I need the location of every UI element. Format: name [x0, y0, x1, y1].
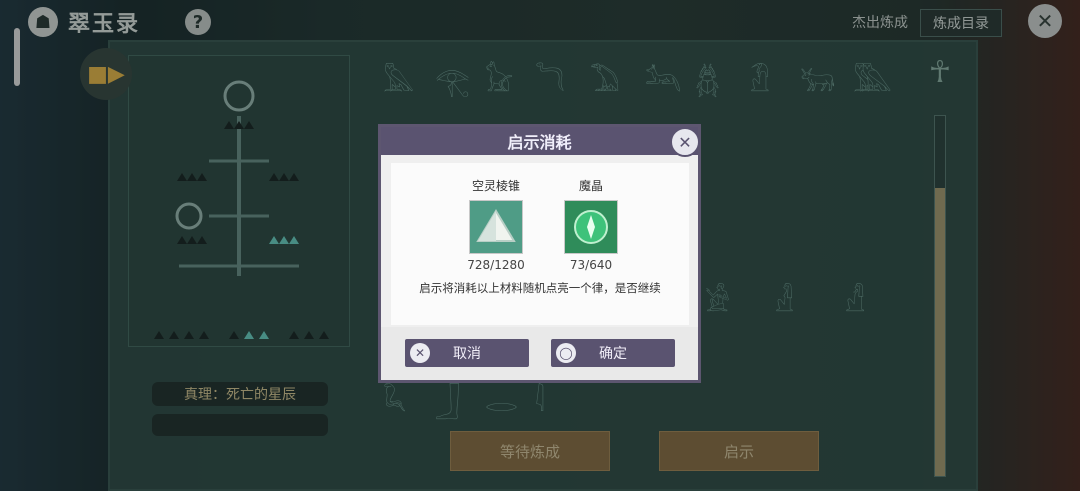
- confirm-circle-icon: ◯: [556, 343, 576, 363]
- cancel-label: 取消: [453, 346, 481, 362]
- dialog-title: 启示消耗: [507, 133, 572, 152]
- dialog-message: 启示将消耗以上材料随机点亮一个律，是否继续: [419, 281, 661, 295]
- dialog-close-icon[interactable]: ✕: [670, 127, 700, 157]
- cost-item: 空灵棱锥 728/1280: [451, 177, 541, 272]
- cancel-button[interactable]: ✕ 取消: [405, 339, 529, 367]
- dialog-body: 空灵棱锥 728/1280 魔晶 73/640 启示将消耗以上材料随机点亮一个律…: [391, 163, 689, 325]
- dialog-header: 启示消耗: [381, 127, 698, 155]
- item-name: 魔晶: [578, 179, 603, 193]
- confirm-button[interactable]: ◯ 确定: [551, 339, 675, 367]
- item-count: 73/640: [569, 258, 613, 272]
- item-count: 728/1280: [467, 258, 525, 272]
- pyramid-icon: [469, 200, 523, 254]
- dialog-footer: ✕ 取消 ◯ 确定: [381, 327, 698, 380]
- confirm-label: 确定: [599, 346, 627, 362]
- item-name: 空灵棱锥: [471, 179, 520, 193]
- reveal-cost-dialog: 启示消耗 ✕ 空灵棱锥 728/1280 魔晶 73/640 启示将消耗以上材料…: [378, 124, 701, 383]
- cancel-x-icon: ✕: [410, 343, 430, 363]
- magic-crystal-icon: [564, 200, 618, 254]
- cost-item: 魔晶 73/640: [546, 177, 636, 272]
